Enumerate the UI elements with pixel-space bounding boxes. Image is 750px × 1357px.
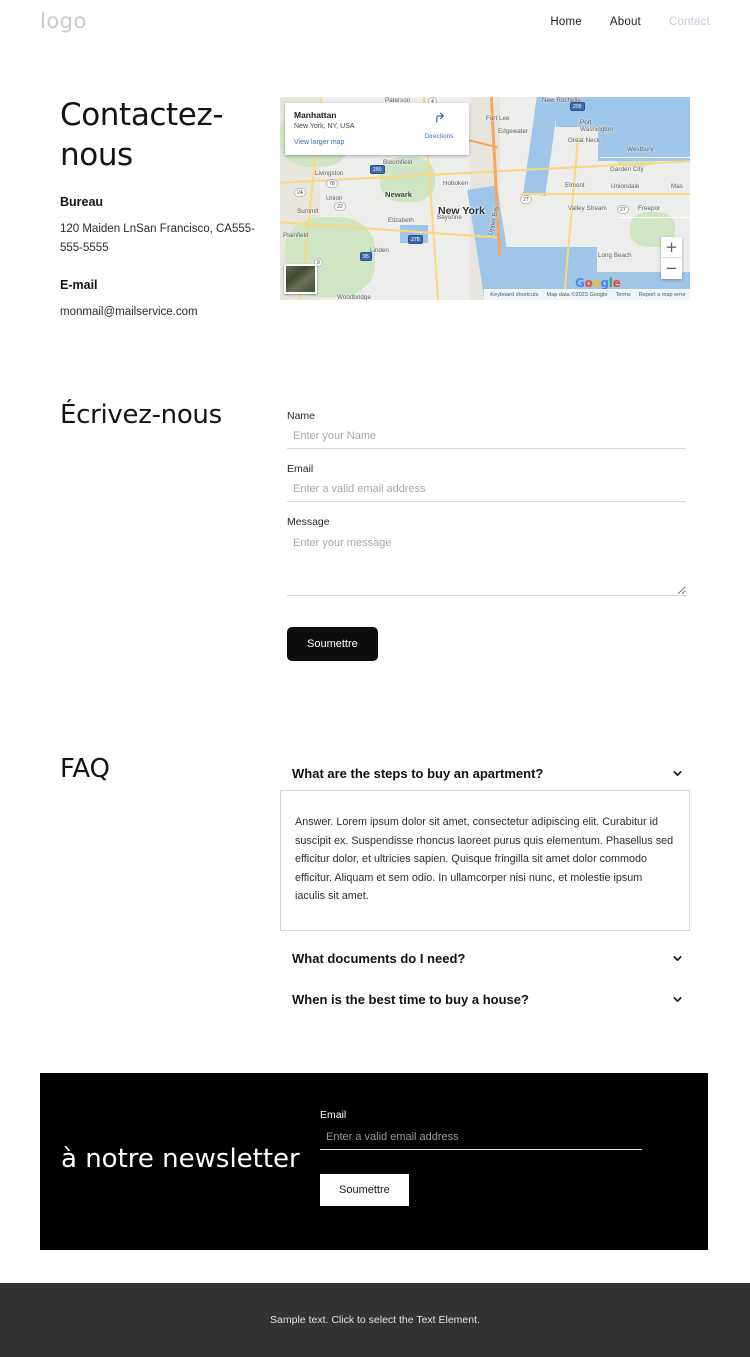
chevron-down-icon[interactable] [671, 767, 684, 780]
contact-info: Contactez-nous Bureau 120 Maiden LnSan F… [60, 96, 275, 321]
newsletter-email-label: Email [320, 1109, 347, 1121]
zoom-out-button[interactable]: − [661, 258, 682, 279]
contact-title: Contactez-nous [60, 97, 224, 173]
map-label-long-beach: Long Beach [598, 252, 632, 259]
faq-item-0-answer: Answer. Lorem ipsum dolor sit amet, cons… [280, 790, 690, 931]
newsletter-email-input[interactable] [320, 1125, 642, 1150]
office-label: Bureau [60, 195, 104, 210]
map-label-elizabeth: Elizabeth [388, 217, 414, 224]
map-label-union: Union [326, 195, 343, 202]
zoom-in-button[interactable]: + [661, 237, 682, 258]
site-footer: Sample text. Click to select the Text El… [0, 1283, 750, 1357]
faq-item-1-question: What documents do I need? [292, 950, 466, 966]
newsletter-form: Email Soumettre [320, 1109, 642, 1206]
map-label-bloomfield: Bloomfield [383, 159, 413, 166]
map-label-livingston: Livingston [315, 170, 344, 177]
chevron-down-icon[interactable] [671, 952, 684, 965]
map-shield-27: 27 [520, 195, 532, 204]
map-footer-bar: Keyboard shortcuts Map data ©2023 Google… [484, 289, 690, 300]
map-label-linden: Linden [370, 247, 389, 254]
name-label: Name [287, 410, 316, 422]
map-label-westbury: Westbury [627, 146, 654, 153]
map-label-fort-lee: Fort Lee [486, 115, 510, 122]
faq-list: What are the steps to buy an apartment? … [280, 760, 690, 1013]
report-map-error-link[interactable]: Report a map error [639, 292, 686, 298]
map-label-woodbridge: Woodbridge [337, 294, 371, 300]
map-label-uniondale: Uniondale [611, 183, 640, 190]
map-data-attribution: Map data ©2023 Google [546, 291, 608, 298]
newsletter-section: à notre newsletter Email Soumettre [40, 1073, 708, 1250]
email-input[interactable] [287, 477, 686, 502]
message-label: Message [287, 516, 330, 528]
map-shield-27b: 27 [617, 205, 629, 214]
map-label-hoboken: Hoboken [443, 180, 469, 187]
map-label-elmont: Elmont [565, 182, 585, 189]
faq-title: FAQ [60, 754, 110, 784]
contact-form: Name Email Message Soumettre [287, 410, 686, 661]
message-field-group: Message [287, 516, 686, 601]
directions-label: Directions [424, 133, 454, 140]
map-shield-i95: 95 [360, 252, 372, 261]
faq-item-0-answer-text: Answer. Lorem ipsum dolor sit amet, cons… [295, 816, 674, 903]
chevron-down-icon[interactable] [671, 993, 684, 1006]
map-label-freeport: Freepor [638, 205, 661, 212]
office-address: 120 Maiden LnSan Francisco, CA555-555-55… [60, 223, 255, 254]
map-shield-i280: 280 [370, 165, 385, 174]
map-label-garden-city: Garden City [610, 166, 644, 173]
newsletter-title: à notre newsletter [61, 1144, 300, 1174]
page-root: logo Home About Contact Contactez-nous B… [0, 0, 750, 1357]
submit-button[interactable]: Soumettre [287, 627, 378, 661]
write-us-title: Écrivez-nous [60, 400, 222, 430]
google-watermark: Google [575, 276, 621, 290]
map-shield-i295: 295 [570, 102, 585, 111]
directions-icon [418, 111, 460, 124]
nav-item-about[interactable]: About [610, 16, 641, 28]
footer-text[interactable]: Sample text. Click to select the Text El… [270, 1314, 480, 1326]
map-label-newark: Newark [385, 190, 413, 199]
map-satellite-thumbnail[interactable] [284, 264, 317, 294]
directions-button[interactable]: Directions [418, 111, 460, 143]
map-label-valley-stream: Valley Stream [568, 205, 607, 212]
map-info-card[interactable]: Manhattan New York, NY, USA View larger … [285, 103, 469, 155]
contact-email: monmail@mailservice.com [60, 305, 198, 318]
email-field-group: Email [287, 463, 686, 502]
map-shield-22: 22 [334, 202, 346, 211]
email-label: Email [287, 463, 314, 475]
map-shield-78: 78 [326, 179, 338, 188]
name-input[interactable] [287, 424, 686, 449]
main-navigation: Home About Contact [550, 16, 710, 28]
email-label: E-mail [60, 277, 98, 292]
site-logo[interactable]: logo [40, 9, 87, 33]
faq-item-0-header[interactable]: What are the steps to buy an apartment? [280, 760, 690, 787]
faq-item-1-header[interactable]: What documents do I need? [280, 945, 690, 972]
map-label-bayonne: Bayonne [437, 214, 462, 221]
faq-item-0-question: What are the steps to buy an apartment? [292, 766, 544, 781]
map-label-port-washington: Port Washington [580, 119, 614, 133]
faq-item-2-question: When is the best time to buy a house? [292, 991, 529, 1007]
nav-item-contact[interactable]: Contact [669, 16, 710, 28]
map-shield-24: 24 [294, 188, 306, 197]
keyboard-shortcuts-link[interactable]: Keyboard shortcuts [490, 292, 538, 298]
terms-link[interactable]: Terms [616, 292, 631, 298]
message-textarea[interactable] [287, 530, 686, 596]
map-label-plainfield: Plainfield [283, 232, 309, 239]
site-header: logo Home About Contact [0, 0, 750, 48]
name-field-group: Name [287, 410, 686, 449]
nav-item-home[interactable]: Home [550, 16, 581, 28]
newsletter-submit-button[interactable]: Soumettre [320, 1174, 409, 1206]
map-zoom-controls[interactable]: + − [661, 237, 682, 279]
google-map[interactable]: New York Newark Paterson New Rochelle Fo… [280, 97, 690, 300]
map-label-great-neck: Great Neck [568, 137, 600, 144]
map-shield-i278: 278 [408, 235, 423, 244]
map-label-mas: Mas [671, 183, 683, 190]
map-label-summit: Summit [297, 208, 319, 215]
faq-item-2-header[interactable]: When is the best time to buy a house? [280, 986, 690, 1013]
map-label-edgewater: Edgewater [498, 128, 529, 135]
